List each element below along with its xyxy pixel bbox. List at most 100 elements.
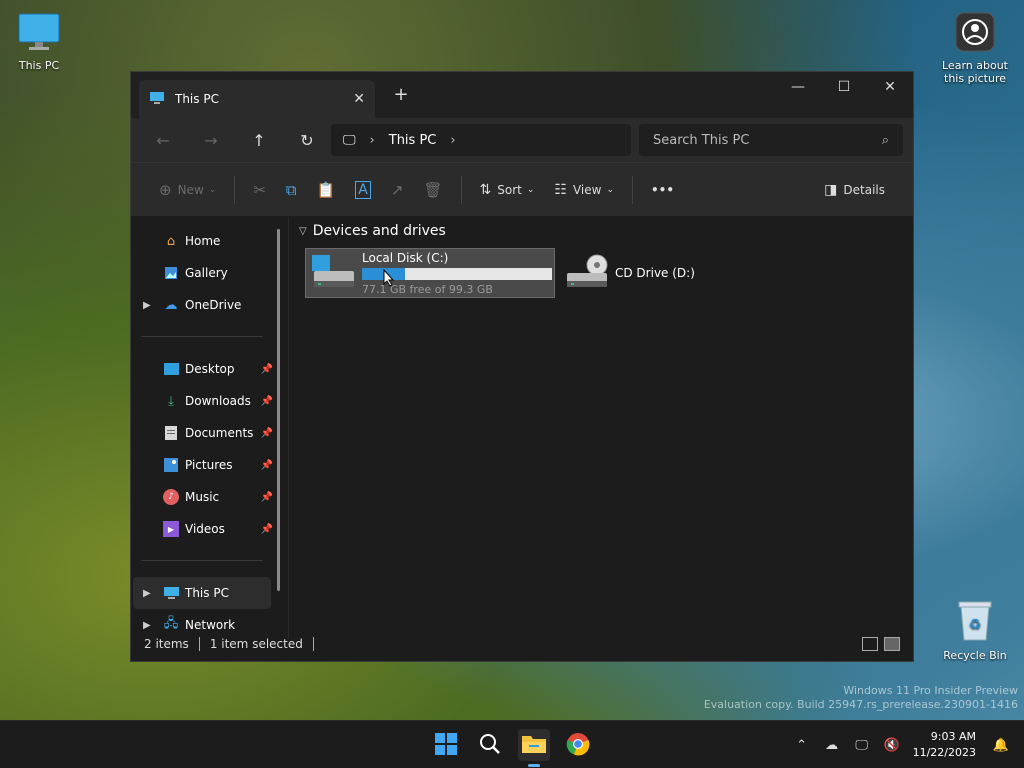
network-display-icon[interactable]: 🖵	[847, 738, 877, 753]
sidebar-item-videos[interactable]: ▶ Videos 📌	[131, 513, 281, 545]
status-bar: 2 items 1 item selected	[131, 627, 913, 661]
sidebar-item-label: Desktop	[185, 362, 235, 376]
desktop-icon-this-pc[interactable]: This PC	[4, 12, 74, 72]
watermark-line-1: Windows 11 Pro Insider Preview	[843, 684, 1018, 697]
sort-icon: ⇅	[479, 181, 492, 198]
scissors-icon: ✂	[253, 180, 266, 199]
tab-close-button[interactable]: ✕	[353, 91, 365, 107]
details-button-label: Details	[843, 182, 885, 197]
home-icon: ⌂	[166, 233, 176, 249]
breadcrumb-this-pc[interactable]: This PC	[389, 133, 437, 148]
search-icon: ⌕	[881, 132, 889, 148]
pin-icon: 📌	[260, 363, 273, 375]
desktop-icon-label: Learn about this picture	[942, 59, 1008, 85]
drive-name: CD Drive (D:)	[615, 266, 695, 280]
navigation-pane: ⌂ Home Gallery ▶ ☁ OneDrive Desktop 📌 ⤓ …	[131, 217, 281, 632]
sidebar-item-documents[interactable]: Documents 📌	[131, 417, 281, 449]
more-options-button[interactable]: •••	[641, 172, 684, 208]
drive-local-disk-c[interactable]: Local Disk (C:) 77.1 GB free of 99.3 GB	[305, 248, 555, 298]
desktop-icon-label: Recycle Bin	[943, 649, 1007, 662]
chrome-taskbar-button[interactable]	[562, 729, 594, 761]
folder-icon	[521, 733, 547, 758]
pictures-icon	[163, 457, 179, 473]
onedrive-offline-icon[interactable]: ☁	[817, 738, 847, 753]
cut-button[interactable]: ✂	[243, 172, 276, 208]
view-button[interactable]: ☷ View ⌄	[544, 172, 624, 208]
notification-bell-icon[interactable]: 🔔	[986, 738, 1016, 753]
desktop-folder-icon	[163, 361, 179, 377]
selection-count: 1 item selected	[209, 637, 303, 651]
close-button[interactable]: ✕	[867, 72, 913, 102]
sidebar-item-home[interactable]: ⌂ Home	[131, 225, 281, 257]
details-view-icon[interactable]	[862, 637, 878, 651]
command-bar: ⊕ New ⌄ ✂ ⧉ 📋 A ↗ 🗑 ⇅ Sort ⌄ ☷ View ⌄ ••…	[131, 162, 913, 216]
group-header-devices[interactable]: ▽ Devices and drives	[299, 223, 913, 239]
tab-this-pc[interactable]: This PC ✕	[139, 80, 375, 118]
file-explorer-taskbar-button[interactable]	[518, 729, 550, 767]
sidebar-item-downloads[interactable]: ⤓ Downloads 📌	[131, 385, 281, 417]
address-bar[interactable]: 🖵 › This PC ›	[331, 124, 631, 156]
view-button-label: View	[572, 182, 602, 197]
desktop-icon-learn-about-picture[interactable]: Learn about this picture	[940, 12, 1010, 85]
back-button[interactable]: ←	[139, 124, 187, 156]
sort-button-label: Sort	[497, 182, 522, 197]
group-title: Devices and drives	[312, 223, 446, 239]
chevron-right-icon[interactable]: ›	[370, 133, 375, 148]
details-pane-button[interactable]: ◨ Details	[814, 172, 895, 208]
sidebar-scrollbar[interactable]	[277, 229, 280, 591]
tab-title: This PC	[175, 92, 219, 106]
delete-button[interactable]: 🗑	[413, 172, 452, 208]
cd-drive-icon	[565, 253, 609, 294]
forward-button[interactable]: →	[187, 124, 235, 156]
share-button[interactable]: ↗	[381, 172, 414, 208]
sidebar-item-label: Videos	[185, 522, 225, 536]
rename-icon: A	[355, 180, 371, 199]
monitor-icon	[4, 12, 74, 55]
pin-icon: 📌	[260, 395, 273, 407]
sidebar-item-onedrive[interactable]: ▶ ☁ OneDrive	[131, 289, 281, 321]
monitor-icon: 🖵	[343, 132, 356, 148]
monitor-icon	[149, 91, 165, 108]
drive-cd-d[interactable]: CD Drive (D:)	[559, 248, 739, 298]
chevron-down-icon: ⌄	[526, 184, 535, 195]
title-bar[interactable]: This PC ✕ + — ☐ ✕	[131, 72, 913, 118]
pane-splitter[interactable]	[288, 217, 289, 639]
rename-button[interactable]: A	[345, 172, 381, 208]
sidebar-item-desktop[interactable]: Desktop 📌	[131, 353, 281, 385]
clock[interactable]: 9:03 AM 11/22/2023	[913, 729, 976, 761]
up-button[interactable]: ↑	[235, 124, 283, 156]
new-tab-button[interactable]: +	[389, 84, 413, 105]
copy-icon: ⧉	[285, 180, 297, 199]
chevron-right-icon[interactable]: ›	[450, 133, 455, 148]
document-icon	[163, 425, 179, 441]
status-divider	[312, 637, 314, 651]
desktop-icon-label: This PC	[18, 59, 60, 72]
maximize-button[interactable]: ☐	[821, 72, 867, 102]
sidebar-item-label: OneDrive	[185, 298, 242, 312]
sort-button[interactable]: ⇅ Sort ⌄	[470, 172, 545, 208]
refresh-button[interactable]: ↻	[283, 124, 331, 156]
start-button[interactable]	[430, 729, 462, 761]
plus-circle-icon: ⊕	[159, 180, 172, 199]
search-input[interactable]: Search This PC ⌕	[639, 124, 903, 156]
clipboard-icon: 📋	[316, 180, 336, 199]
sidebar-item-pictures[interactable]: Pictures 📌	[131, 449, 281, 481]
minimize-button[interactable]: —	[775, 72, 821, 102]
status-divider	[198, 637, 200, 651]
sidebar-item-gallery[interactable]: Gallery	[131, 257, 281, 289]
search-placeholder: Search This PC	[653, 132, 750, 148]
new-button[interactable]: ⊕ New ⌄	[149, 172, 226, 208]
hard-drive-icon	[312, 253, 356, 294]
sidebar-item-music[interactable]: ♪ Music 📌	[131, 481, 281, 513]
trash-icon: 🗑	[423, 180, 443, 199]
chevron-right-icon[interactable]: ▶	[143, 300, 151, 311]
copy-button[interactable]: ⧉	[276, 172, 307, 208]
search-button[interactable]	[474, 729, 506, 761]
chevron-right-icon[interactable]: ▶	[143, 588, 151, 599]
sidebar-item-this-pc[interactable]: ▶ This PC	[133, 577, 271, 609]
volume-muted-icon[interactable]: 🔇	[877, 738, 907, 753]
tiles-view-icon[interactable]	[884, 637, 900, 651]
desktop-icon-recycle-bin[interactable]: ♻ Recycle Bin	[940, 598, 1010, 662]
paste-button[interactable]: 📋	[307, 172, 346, 208]
chevron-up-icon[interactable]: ⌃	[787, 738, 817, 753]
